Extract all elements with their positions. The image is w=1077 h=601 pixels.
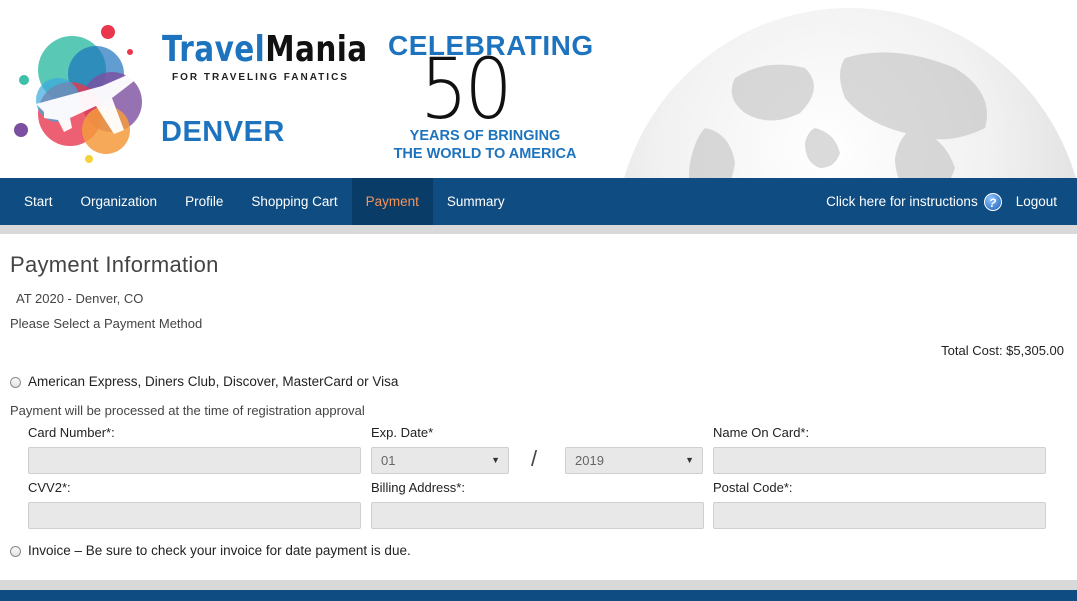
nav-item-summary[interactable]: Summary	[433, 178, 519, 225]
card-payment-label[interactable]: American Express, Diners Club, Discover,…	[28, 374, 398, 389]
postal-code-input[interactable]	[713, 502, 1046, 529]
brand-tagline: FOR TRAVELING FANATICS	[172, 72, 349, 83]
main-nav: Start Organization Profile Shopping Cart…	[0, 178, 1077, 225]
processing-note: Payment will be processed at the time of…	[10, 403, 365, 418]
city-name: DENVER	[161, 116, 285, 148]
anniversary-tagline-line1: YEARS OF BRINGING	[409, 128, 561, 144]
exp-month-value: 01	[381, 453, 396, 468]
chevron-down-icon: ▼	[685, 455, 694, 465]
brand-travel: Travel	[162, 29, 266, 70]
brand-name: TravelMania	[162, 30, 368, 70]
exp-date-separator: /	[531, 446, 538, 471]
card-number-input[interactable]	[28, 447, 361, 474]
nav-item-payment[interactable]: Payment	[351, 178, 433, 225]
total-cost: Total Cost: $5,305.00	[941, 343, 1064, 358]
nav-item-profile[interactable]: Profile	[171, 178, 237, 225]
card-payment-radio[interactable]	[10, 377, 21, 388]
invoice-payment-label[interactable]: Invoice – Be sure to check your invoice …	[28, 543, 411, 558]
exp-month-select[interactable]: 01 ▼	[371, 447, 509, 474]
page-title: Payment Information	[10, 252, 219, 277]
logout-link[interactable]: Logout	[1016, 194, 1057, 209]
help-icon[interactable]: ?	[983, 192, 1002, 211]
brand-mania: Mania	[265, 29, 368, 70]
anniversary-tagline-line2: THE WORLD TO AMERICA	[393, 146, 577, 162]
travelmania-logo-icon	[14, 22, 154, 167]
name-on-card-label: Name On Card*:	[713, 425, 810, 440]
footer-bar	[0, 590, 1077, 601]
nav-item-shopping-cart[interactable]: Shopping Cart	[237, 178, 351, 225]
event-name: AT 2020 - Denver, CO	[16, 291, 144, 306]
cvv2-input[interactable]	[28, 502, 361, 529]
exp-year-value: 2019	[575, 453, 604, 468]
footer-divider	[0, 580, 1077, 590]
payment-method-prompt: Please Select a Payment Method	[10, 316, 203, 331]
billing-address-label: Billing Address*:	[371, 480, 465, 495]
exp-year-select[interactable]: 2019 ▼	[565, 447, 703, 474]
card-number-label: Card Number*:	[28, 425, 115, 440]
anniversary-number: 50	[420, 40, 513, 138]
billing-address-input[interactable]	[371, 502, 704, 529]
nav-utilities: Click here for instructions ? Logout	[826, 178, 1057, 225]
name-on-card-input[interactable]	[713, 447, 1046, 474]
invoice-payment-radio[interactable]	[10, 546, 21, 557]
globe-graphic	[615, 8, 1077, 178]
anniversary-tagline: YEARS OF BRINGING THE WORLD TO AMERICA	[386, 127, 584, 163]
site-header: TravelMania FOR TRAVELING FANATICS DENVE…	[0, 0, 1077, 178]
nav-divider	[0, 225, 1077, 234]
exp-date-label: Exp. Date*	[371, 425, 434, 440]
chevron-down-icon: ▼	[491, 455, 500, 465]
nav-item-organization[interactable]: Organization	[67, 178, 172, 225]
cvv2-label: CVV2*:	[28, 480, 71, 495]
postal-code-label: Postal Code*:	[713, 480, 793, 495]
nav-item-start[interactable]: Start	[10, 178, 67, 225]
nav-links: Start Organization Profile Shopping Cart…	[10, 178, 519, 225]
instructions-link[interactable]: Click here for instructions	[826, 194, 978, 209]
